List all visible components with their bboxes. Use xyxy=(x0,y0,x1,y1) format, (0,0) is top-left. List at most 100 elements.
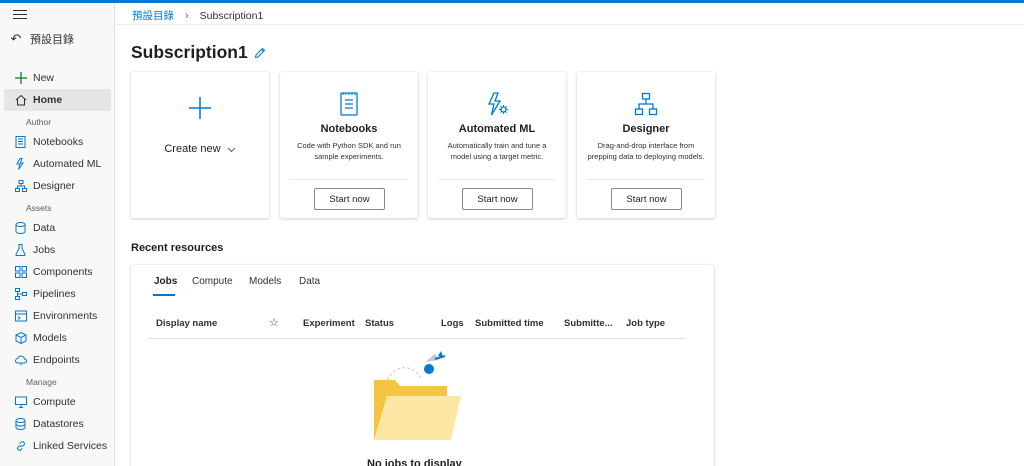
empty-folder-illustration xyxy=(365,350,475,450)
sidebar-item-label: Pipelines xyxy=(33,288,76,300)
empty-state-message: No jobs to display xyxy=(367,458,462,466)
sidebar-item-label: Linked Services xyxy=(33,440,108,452)
sidebar-item-label: Home xyxy=(33,94,63,106)
section-label-assets: Assets xyxy=(26,203,52,213)
chevron-right-icon: › xyxy=(185,9,189,22)
database-icon xyxy=(14,222,27,235)
header-divider xyxy=(116,24,1024,25)
sidebar-item-label: Jobs xyxy=(33,244,56,256)
chevron-down-icon xyxy=(227,145,236,154)
tab-data[interactable]: Data xyxy=(299,276,320,296)
sidebar-item-new[interactable]: New xyxy=(4,67,111,89)
column-header-submitted-by[interactable]: Submitte... xyxy=(564,318,613,329)
sidebar-item-label: Data xyxy=(33,222,56,234)
column-header-experiment[interactable]: Experiment xyxy=(303,318,355,329)
designer-start-now-button[interactable]: Start now xyxy=(611,188,682,210)
sidebar-item-compute[interactable]: Compute xyxy=(4,391,111,413)
designer-card: Designer Drag-and-drop interface from pr… xyxy=(577,72,715,218)
sidebar-item-components[interactable]: Components xyxy=(4,261,111,283)
link-icon xyxy=(14,440,27,453)
column-header-submitted-time[interactable]: Submitted time xyxy=(475,318,544,329)
tab-jobs[interactable]: Jobs xyxy=(154,276,177,296)
notebook-icon xyxy=(280,92,418,116)
breadcrumb-current: Subscription1 xyxy=(199,9,264,22)
automl-start-now-button[interactable]: Start now xyxy=(462,188,533,210)
card-divider xyxy=(587,179,705,180)
automl-lightning-gear-icon xyxy=(428,92,566,116)
sidebar-item-models[interactable]: Models xyxy=(4,327,111,349)
sidebar: ↶ 預設目錄 New Home Author Notebooks Automat… xyxy=(0,3,115,466)
automated-ml-card: Automated ML Automatically train and tun… xyxy=(428,72,566,218)
sidebar-item-label: Compute xyxy=(33,396,76,408)
plus-icon xyxy=(14,72,27,85)
sidebar-item-label: New xyxy=(33,72,55,84)
sidebar-item-data[interactable]: Data xyxy=(4,217,111,239)
section-label-author: Author xyxy=(26,117,52,127)
page-title: Subscription1 xyxy=(131,42,266,63)
sidebar-item-automated-ml[interactable]: Automated ML xyxy=(4,153,111,175)
sidebar-item-jobs[interactable]: Jobs xyxy=(4,239,111,261)
card-divider xyxy=(438,179,556,180)
create-new-dropdown[interactable]: Create new xyxy=(131,143,269,155)
sidebar-item-label: Components xyxy=(33,266,93,278)
cloud-endpoint-icon xyxy=(14,354,27,367)
sidebar-item-environments[interactable]: Environments xyxy=(4,305,111,327)
column-header-display-name[interactable]: Display name xyxy=(156,318,217,329)
active-tab-indicator xyxy=(153,294,175,296)
sidebar-item-designer[interactable]: Designer xyxy=(4,175,111,197)
notebooks-card: Notebooks Code with Python SDK and run s… xyxy=(280,72,418,218)
sidebar-item-label: Automated ML xyxy=(33,158,102,170)
column-header-favorite-star-icon[interactable]: ☆ xyxy=(269,316,279,329)
pipeline-icon xyxy=(14,288,27,301)
datastore-icon xyxy=(14,418,27,431)
tab-compute[interactable]: Compute xyxy=(192,276,233,296)
table-header-divider xyxy=(148,338,686,339)
card-divider xyxy=(290,179,408,180)
sidebar-item-label: Environments xyxy=(33,310,98,322)
designer-tree-icon xyxy=(577,92,715,116)
sidebar-item-label: Notebooks xyxy=(33,136,84,148)
back-link-label: 預設目錄 xyxy=(30,34,74,46)
card-title: Designer xyxy=(622,123,670,135)
section-label-manage: Manage xyxy=(26,377,57,387)
card-description: Automatically train and tune a model usi… xyxy=(447,141,547,161)
top-accent-bar xyxy=(0,0,1024,3)
sidebar-item-label: Models xyxy=(33,332,67,344)
lightning-icon xyxy=(14,158,27,171)
create-new-label: Create new xyxy=(164,143,221,155)
tab-models[interactable]: Models xyxy=(249,276,281,296)
column-header-logs[interactable]: Logs xyxy=(441,318,464,329)
breadcrumb-parent-link[interactable]: 預設目錄 xyxy=(132,8,174,23)
sidebar-item-pipelines[interactable]: Pipelines xyxy=(4,283,111,305)
column-header-job-type[interactable]: Job type xyxy=(626,318,665,329)
flask-icon xyxy=(14,244,27,257)
card-title: Automated ML xyxy=(458,123,536,135)
sidebar-item-endpoints[interactable]: Endpoints xyxy=(4,349,111,371)
card-description: Code with Python SDK and run sample expe… xyxy=(297,141,401,161)
breadcrumb: 預設目錄 › Subscription1 xyxy=(132,8,263,23)
sidebar-item-label: Designer xyxy=(33,180,76,192)
sidebar-item-home[interactable]: Home xyxy=(4,89,111,111)
sidebar-item-label: Endpoints xyxy=(33,354,80,366)
home-icon xyxy=(14,94,27,107)
card-description: Drag-and-drop interface from prepping da… xyxy=(587,141,705,161)
back-to-directory-link[interactable]: ↶ 預設目錄 xyxy=(8,29,74,49)
notebook-icon xyxy=(14,136,27,149)
recent-resources-heading: Recent resources xyxy=(131,242,224,254)
components-icon xyxy=(14,266,27,279)
card-title: Notebooks xyxy=(320,123,378,135)
pencil-edit-icon[interactable] xyxy=(254,47,266,59)
environment-icon xyxy=(14,310,27,323)
undo-arrow-icon: ↶ xyxy=(10,31,22,46)
sidebar-item-notebooks[interactable]: Notebooks xyxy=(4,131,111,153)
cube-icon xyxy=(14,332,27,345)
column-header-status[interactable]: Status xyxy=(365,318,394,329)
notebooks-start-now-button[interactable]: Start now xyxy=(314,188,385,210)
sidebar-item-label: Datastores xyxy=(33,418,84,430)
sidebar-item-linked-services[interactable]: Linked Services xyxy=(4,435,111,457)
hamburger-menu-icon[interactable] xyxy=(13,10,27,22)
plus-large-icon xyxy=(131,96,269,120)
monitor-icon xyxy=(14,396,27,409)
sidebar-item-datastores[interactable]: Datastores xyxy=(4,413,111,435)
designer-tree-icon xyxy=(14,180,27,193)
